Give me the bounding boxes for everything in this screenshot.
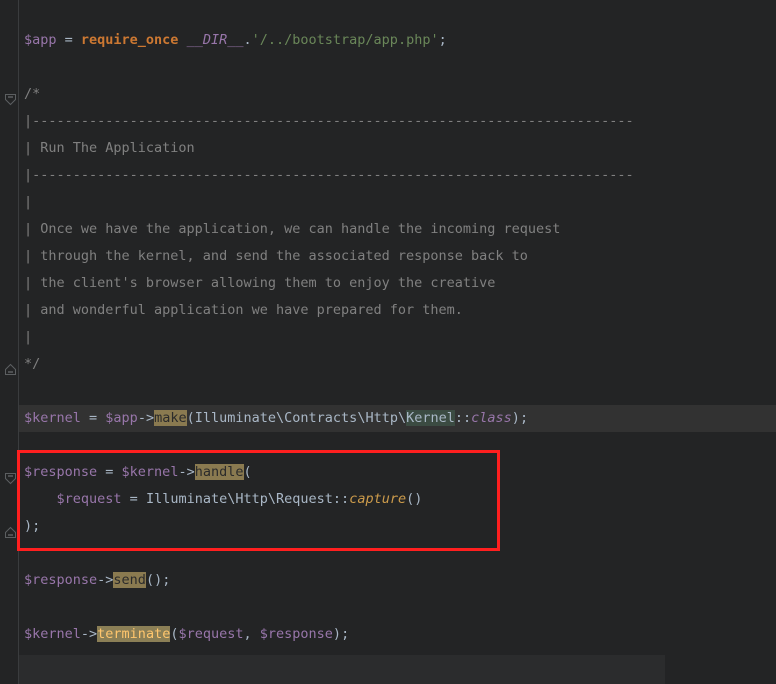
code-token: ->	[80, 626, 98, 642]
code-token: Illuminate	[194, 410, 277, 426]
code-token: ->	[178, 464, 195, 480]
fold-marker-handle-close-icon[interactable]	[4, 526, 17, 539]
code-line[interactable]: $app = require_once __DIR__.'/../bootstr…	[19, 27, 776, 54]
code-token: ;	[341, 626, 350, 642]
code-token: Illuminate	[145, 491, 228, 507]
code-token: $request	[178, 626, 244, 642]
code-line[interactable]: | Once we have the application, we can h…	[19, 216, 776, 243]
code-token: .	[243, 32, 252, 48]
code-token: ;	[438, 32, 447, 48]
code-token: $app	[105, 410, 138, 426]
code-token: \	[267, 491, 277, 507]
code-token: | and wonderful application we have prep…	[24, 302, 463, 318]
code-token: | the client's browser allowing them to …	[24, 275, 496, 291]
code-token: ;	[32, 518, 41, 534]
code-line[interactable]: */	[19, 351, 776, 378]
code-token: \	[397, 410, 407, 426]
code-token: =	[97, 464, 122, 480]
code-token: ->	[137, 410, 155, 426]
code-token: ()	[406, 491, 423, 507]
code-token: |---------------------------------------…	[24, 167, 634, 183]
code-token: require_once	[80, 32, 179, 48]
code-content-area[interactable]: $app = require_once __DIR__.'/../bootstr…	[19, 0, 776, 684]
code-token: ,	[243, 626, 260, 642]
code-token: $response	[259, 626, 333, 642]
code-line[interactable]	[19, 0, 776, 27]
code-token: ::	[332, 491, 350, 507]
code-line[interactable]: $kernel->terminate($request, $response);	[19, 621, 776, 648]
code-editor[interactable]: $app = require_once __DIR__.'/../bootstr…	[0, 0, 776, 684]
code-token: | Run The Application	[24, 140, 195, 156]
code-token: |	[24, 194, 33, 210]
code-token: \	[276, 410, 285, 426]
code-token: $request	[56, 491, 122, 507]
code-token: )	[332, 626, 342, 642]
code-line[interactable]: $response->send();	[19, 567, 776, 594]
code-line[interactable]: |	[19, 189, 776, 216]
code-token: ->	[97, 572, 114, 588]
code-token: =	[121, 491, 146, 507]
code-line[interactable]: | through the kernel, and send the assoc…	[19, 243, 776, 270]
code-line[interactable]	[19, 378, 776, 405]
code-token: Request	[276, 491, 333, 507]
code-token: $app	[24, 32, 57, 48]
code-token: class	[471, 410, 512, 426]
code-token: (	[243, 464, 252, 480]
code-token: $response	[24, 572, 98, 588]
code-line[interactable]: |---------------------------------------…	[19, 108, 776, 135]
code-line[interactable]: | Run The Application	[19, 135, 776, 162]
fold-marker-handle-open-icon[interactable]	[4, 472, 17, 485]
code-token: handle	[194, 464, 244, 480]
code-token: Http	[235, 491, 268, 507]
code-token: $kernel	[24, 410, 81, 426]
code-line[interactable]: );	[19, 513, 776, 540]
code-line[interactable]	[19, 54, 776, 81]
code-line[interactable]	[19, 540, 776, 567]
code-line[interactable]: /*	[19, 81, 776, 108]
code-token: send	[113, 572, 146, 588]
code-token: | through the kernel, and send the assoc…	[24, 248, 528, 264]
code-token: $kernel	[121, 464, 179, 480]
code-token: |	[24, 329, 33, 345]
code-line[interactable]	[19, 648, 776, 675]
code-line[interactable]: |---------------------------------------…	[19, 162, 776, 189]
code-token: =	[56, 32, 81, 48]
code-line[interactable]: $kernel = $app->make(Illuminate\Contract…	[19, 405, 776, 432]
code-token: =	[80, 410, 106, 426]
code-token: Http	[365, 410, 398, 426]
code-token: capture	[349, 491, 407, 507]
fold-marker-comment-open-icon[interactable]	[4, 93, 17, 106]
editor-gutter[interactable]	[0, 0, 19, 684]
code-token: )	[511, 410, 520, 426]
code-token: Contracts	[284, 410, 358, 426]
code-token: ()	[145, 572, 163, 588]
code-line[interactable]: |	[19, 324, 776, 351]
code-token: terminate	[97, 626, 171, 642]
code-token: Kernel	[406, 410, 455, 426]
code-line[interactable]	[19, 594, 776, 621]
code-line[interactable]: | the client's browser allowing them to …	[19, 270, 776, 297]
code-token: */	[24, 356, 41, 372]
code-token: |---------------------------------------…	[24, 113, 634, 129]
code-line[interactable]: | and wonderful application we have prep…	[19, 297, 776, 324]
code-line[interactable]	[19, 432, 776, 459]
code-line[interactable]: $response = $kernel->handle(	[19, 459, 776, 486]
code-token: ;	[162, 572, 171, 588]
code-token: $kernel	[24, 626, 81, 642]
code-token: '/../bootstrap/app.php'	[251, 32, 439, 48]
code-token: $response	[24, 464, 98, 480]
code-token: /*	[24, 86, 41, 102]
code-token: ;	[519, 410, 529, 426]
code-token: __DIR__	[186, 32, 244, 48]
fold-marker-comment-close-icon[interactable]	[4, 363, 17, 376]
code-token: | Once we have the application, we can h…	[24, 221, 561, 237]
code-token: (	[186, 410, 195, 426]
code-token: ::	[454, 410, 472, 426]
code-token: make	[154, 410, 187, 426]
code-token: )	[24, 518, 33, 534]
code-line[interactable]: $request = Illuminate\Http\Request::capt…	[19, 486, 776, 513]
